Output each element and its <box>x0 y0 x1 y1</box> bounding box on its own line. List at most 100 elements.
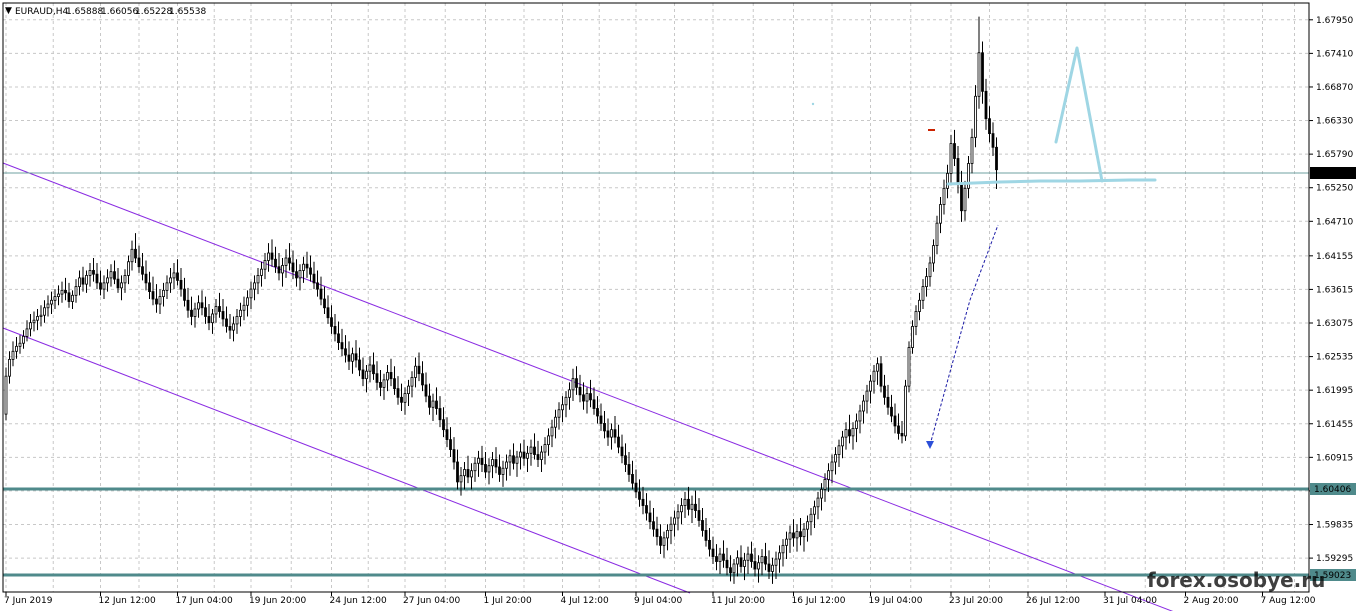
candle-body-bull <box>32 319 36 324</box>
y-tick-label: 1.67950 <box>1316 16 1353 26</box>
support-level-price: 1.60406 <box>1314 485 1351 495</box>
candle-body-bull <box>263 260 267 270</box>
candle-body-bear <box>708 539 711 550</box>
x-tick-label: 16 Jul 12:00 <box>792 596 846 606</box>
candle-body-bull <box>60 289 64 295</box>
candle-body-bull <box>683 498 687 506</box>
candle-body-bear <box>421 373 424 386</box>
candle-body-bear <box>435 400 438 409</box>
candle-body-bull <box>911 326 914 348</box>
candle-body-bull <box>939 204 942 224</box>
candle-body-bear <box>900 432 904 437</box>
candle-body-bear <box>711 548 715 557</box>
candle-body-bull <box>816 497 820 508</box>
candle-body-bull <box>25 328 29 337</box>
watermark: forex.osobye.ru <box>1147 568 1325 592</box>
candle-body-bear <box>312 273 316 284</box>
candle-body-bear <box>480 457 484 465</box>
candle-body-bear <box>176 272 179 281</box>
candle-body-bear <box>417 365 421 375</box>
candle-body-bull <box>921 286 925 301</box>
candle-body-bear <box>190 309 193 317</box>
candle-body-bear <box>67 292 71 302</box>
candle-body-bear <box>207 316 211 324</box>
candle-body-bear <box>953 143 956 159</box>
candle-body-bull <box>774 558 778 566</box>
candle-body-bear <box>764 556 767 565</box>
x-tick-label: 19 Jul 04:00 <box>869 596 923 606</box>
candle-body-bear <box>340 342 344 350</box>
x-tick-label: 7 Jun 2019 <box>4 596 53 606</box>
candle-body-bull <box>865 390 869 402</box>
candle-body-bear <box>687 498 690 510</box>
candle-body-bear <box>984 90 988 120</box>
candle-body-bull <box>928 262 932 278</box>
y-tick-label: 1.59835 <box>1316 521 1353 531</box>
candle-body-bull <box>365 370 368 380</box>
candle-body-bear <box>442 419 445 431</box>
candle-body-bear <box>319 288 323 300</box>
x-tick-label: 2 Aug 20:00 <box>1184 596 1239 606</box>
candle-body-bull <box>403 393 407 403</box>
candle-body-bull <box>109 271 113 279</box>
candle-body-bear <box>134 248 137 259</box>
candle-body-bear <box>645 505 648 514</box>
candle-body-bear <box>183 288 186 301</box>
candle-body-bear <box>354 353 358 361</box>
candle-body-bear <box>606 430 610 438</box>
candle-body-bull <box>778 552 781 560</box>
y-tick-label: 1.65790 <box>1316 150 1353 160</box>
candle-body-bear <box>848 429 851 437</box>
candle-body-bear <box>578 386 582 396</box>
candle-body-bear <box>603 423 606 432</box>
x-tick-label: 7 Aug 12:00 <box>1261 596 1316 606</box>
candle-body-bull <box>232 323 235 331</box>
candle-body-bull <box>585 393 589 402</box>
candle-body-bull <box>491 459 494 467</box>
symbol-menu-icon[interactable]: ▼ <box>5 6 12 16</box>
x-tick-label: 11 Jul 20:00 <box>711 596 765 606</box>
candle-body-bear <box>631 474 634 484</box>
y-tick-label: 1.59295 <box>1316 554 1353 564</box>
candle-body-bear <box>638 491 641 500</box>
candle-body-bull <box>869 380 872 392</box>
candle-body-bull <box>841 436 844 447</box>
candle-body-bull <box>18 342 22 347</box>
candle-body-bear <box>148 282 151 292</box>
candle-body-bull <box>949 143 953 174</box>
candle-body-bear <box>92 270 95 275</box>
candle-body-bear <box>361 369 365 380</box>
candle-body-bear <box>533 446 536 455</box>
candle-body-bull <box>942 187 946 205</box>
candle-body-bear <box>424 384 428 397</box>
candle-body-bull <box>74 286 78 296</box>
candle-body-bear <box>589 393 592 401</box>
candle-body-bull <box>669 523 673 531</box>
candle-body-bear <box>389 372 393 380</box>
candle-body-bull <box>487 465 491 473</box>
candle-body-bull <box>281 265 284 274</box>
candle-body-bear <box>617 436 620 448</box>
candle-body-bear <box>449 439 452 450</box>
candle-body-bull <box>214 306 218 315</box>
candle-body-bull <box>554 416 557 428</box>
candle-body-bull <box>519 451 522 458</box>
price-chart[interactable]: 1.67950 1.67410 1.66870 1.66330 1.65790 1.652… <box>0 0 1358 615</box>
x-tick-label: 12 Jun 12:00 <box>99 596 156 606</box>
candle-body-bull <box>106 277 109 284</box>
candle-body-bear <box>659 536 662 546</box>
candle-body-bear <box>725 559 729 569</box>
candle-body-bear <box>337 333 340 343</box>
candle-body-bull <box>918 299 921 312</box>
candle-body-bull <box>788 532 792 540</box>
candle-body-bull <box>197 302 200 310</box>
candle-body-bull <box>463 469 466 477</box>
candle-body-bull <box>267 252 270 261</box>
y-tick-label: 1.66870 <box>1316 83 1353 93</box>
candle-body-bull <box>526 452 529 459</box>
candle-body-bear <box>344 348 347 356</box>
candle-body-bull <box>29 322 32 330</box>
candle-body-bull <box>757 562 760 570</box>
candle-body-bull <box>564 396 568 406</box>
candle-body-bear <box>466 469 470 478</box>
